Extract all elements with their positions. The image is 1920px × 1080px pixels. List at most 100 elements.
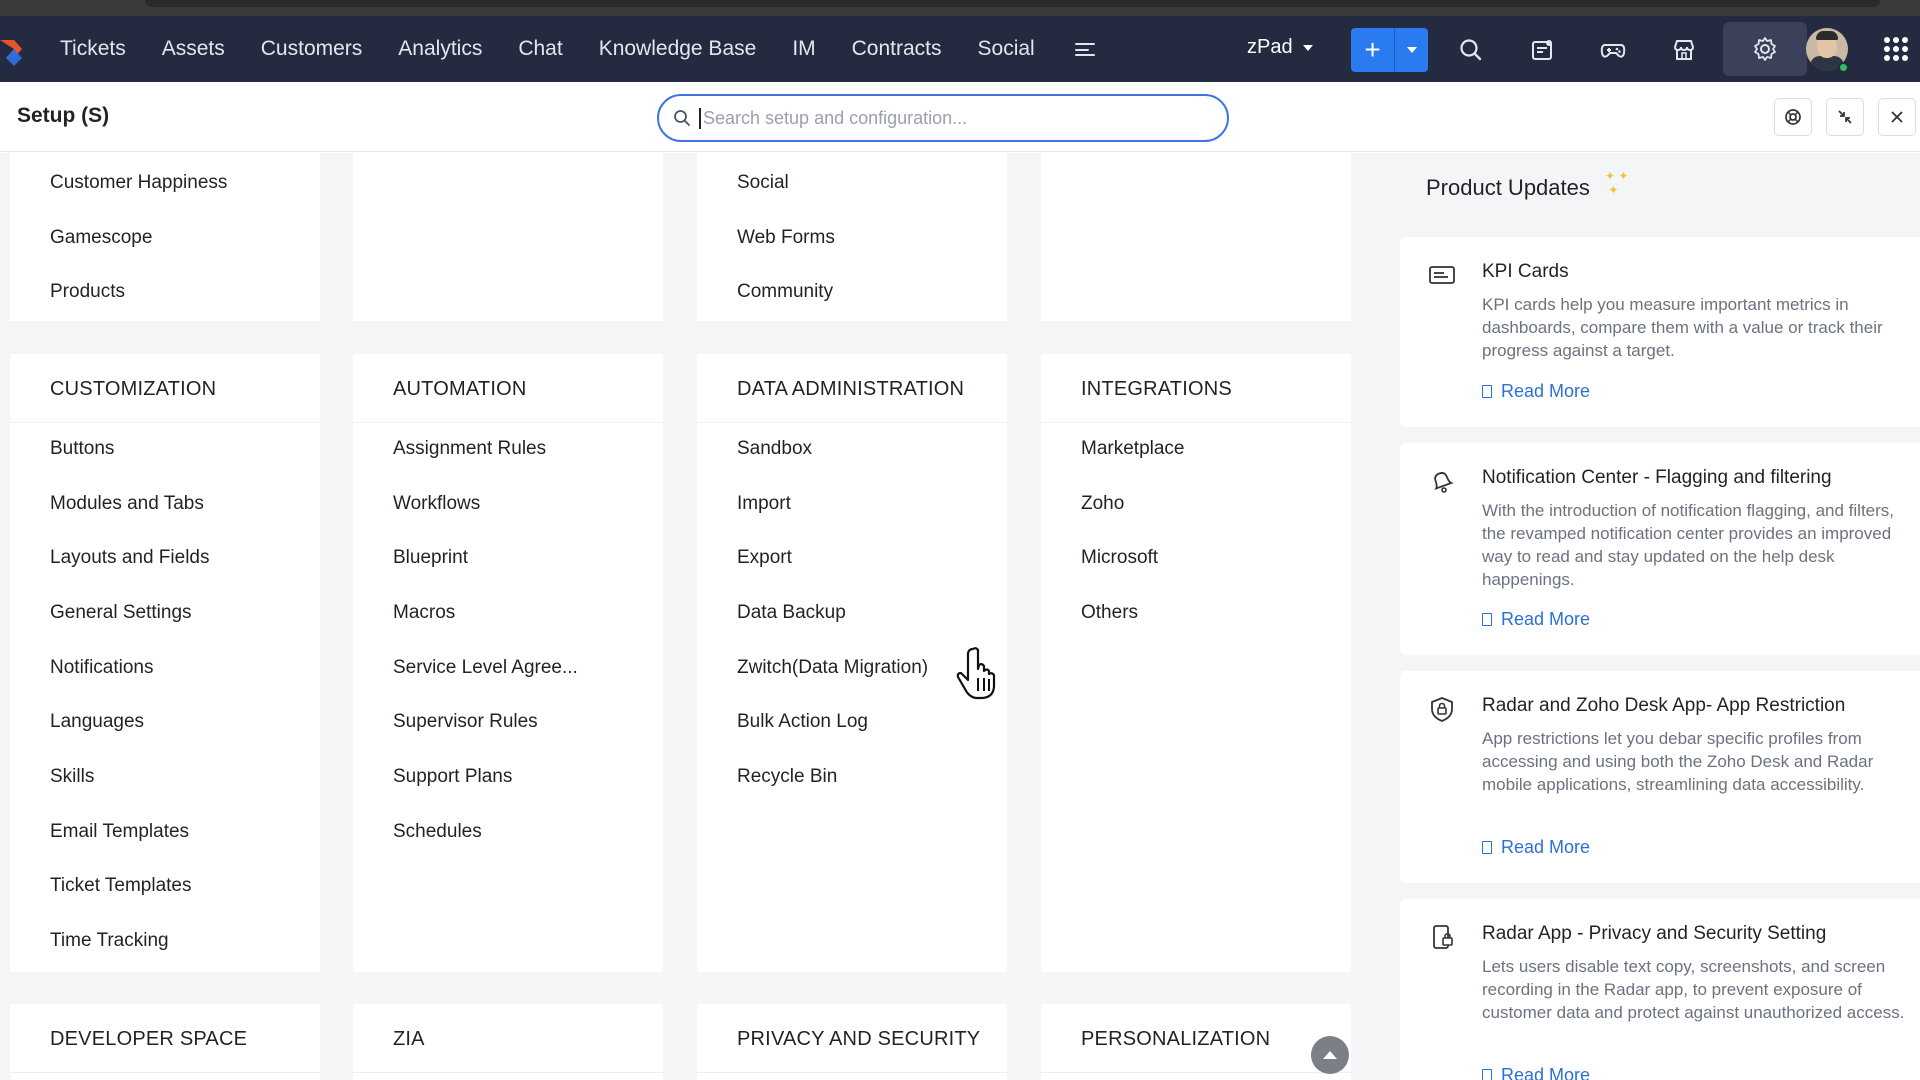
setup-item[interactable]: Buttons bbox=[50, 438, 114, 460]
menu-more-icon[interactable] bbox=[1074, 42, 1097, 56]
setup-item-web-forms[interactable]: Web Forms bbox=[737, 227, 835, 249]
sparkle-icon: ✦ ✦ ✦ bbox=[1605, 169, 1629, 197]
department-switcher[interactable]: zPad bbox=[1247, 36, 1313, 59]
setup-item-social[interactable]: Social bbox=[737, 172, 789, 194]
card-title: AUTOMATION bbox=[393, 378, 527, 400]
compose-icon bbox=[1532, 40, 1552, 60]
setup-item[interactable]: Service Level Agree... bbox=[393, 657, 578, 679]
logo-icon[interactable] bbox=[0, 32, 34, 66]
nav-tab-analytics[interactable]: Analytics bbox=[398, 37, 482, 61]
top-nav: Tickets Assets Customers Analytics Chat … bbox=[0, 16, 1920, 82]
marketplace-button[interactable] bbox=[1664, 30, 1704, 70]
bell-icon bbox=[1434, 472, 1454, 493]
shield-lock-icon bbox=[1431, 697, 1453, 722]
close-button[interactable] bbox=[1878, 98, 1916, 136]
setup-item[interactable]: Blueprint bbox=[393, 547, 468, 569]
setup-item-products[interactable]: Products bbox=[50, 281, 125, 303]
setup-item[interactable]: Zwitch(Data Migration) bbox=[737, 657, 928, 679]
nav-tab-customers[interactable]: Customers bbox=[261, 37, 363, 61]
divider bbox=[353, 422, 663, 423]
setup-item[interactable]: General Settings bbox=[50, 602, 192, 624]
setup-header: Setup (S) bbox=[0, 82, 1920, 152]
department-label: zPad bbox=[1247, 36, 1293, 58]
search-button[interactable] bbox=[1451, 30, 1491, 70]
divider bbox=[1041, 1072, 1351, 1073]
setup-item[interactable]: Skills bbox=[50, 766, 94, 788]
card-automation: AUTOMATION Assignment Rules Workflows Bl… bbox=[353, 354, 663, 972]
document-icon bbox=[1482, 841, 1492, 854]
nav-tab-contracts[interactable]: Contracts bbox=[852, 37, 942, 61]
setup-item[interactable]: Marketplace bbox=[1081, 438, 1185, 460]
nav-tab-social[interactable]: Social bbox=[978, 37, 1035, 61]
setup-button[interactable] bbox=[1723, 22, 1807, 76]
update-title: Radar App - Privacy and Security Setting bbox=[1482, 923, 1827, 944]
read-more-link[interactable]: Read More bbox=[1482, 609, 1590, 630]
divider bbox=[1041, 422, 1351, 423]
setup-item[interactable]: Workflows bbox=[393, 493, 480, 515]
setup-item[interactable]: Bulk Action Log bbox=[737, 711, 868, 733]
scroll-top-button[interactable] bbox=[1311, 1036, 1349, 1074]
divider bbox=[697, 1072, 1007, 1073]
setup-item[interactable]: Macros bbox=[393, 602, 455, 624]
setup-item[interactable]: Microsoft bbox=[1081, 547, 1158, 569]
setup-item[interactable]: Time Tracking bbox=[50, 930, 169, 952]
update-description: KPI cards help you measure important met… bbox=[1482, 295, 1883, 360]
setup-item[interactable]: Email Templates bbox=[50, 821, 189, 843]
card-title: CUSTOMIZATION bbox=[50, 378, 217, 400]
update-description: App restrictions let you debar specific … bbox=[1482, 729, 1874, 794]
read-more-link[interactable]: Read More bbox=[1482, 837, 1590, 858]
divider bbox=[10, 1072, 320, 1073]
add-dropdown-button[interactable] bbox=[1395, 28, 1428, 72]
compose-button[interactable] bbox=[1522, 30, 1562, 70]
setup-item[interactable]: Assignment Rules bbox=[393, 438, 546, 460]
help-button[interactable] bbox=[1774, 98, 1812, 136]
browser-tab-strip bbox=[145, 0, 1880, 7]
card-title: DEVELOPER SPACE bbox=[50, 1028, 248, 1050]
card-title: PRIVACY AND SECURITY bbox=[737, 1028, 981, 1050]
nav-tabs: Tickets Assets Customers Analytics Chat … bbox=[60, 16, 1097, 82]
card-channels-continued: Customer Happiness Gamescope Products bbox=[10, 153, 320, 321]
setup-item[interactable]: Notifications bbox=[50, 657, 154, 679]
setup-item[interactable]: Import bbox=[737, 493, 791, 515]
setup-item[interactable]: Export bbox=[737, 547, 792, 569]
card-developer-space: DEVELOPER SPACE bbox=[10, 1004, 320, 1080]
setup-item[interactable]: Languages bbox=[50, 711, 144, 733]
setup-item[interactable]: Layouts and Fields bbox=[50, 547, 210, 569]
nav-tab-im[interactable]: IM bbox=[792, 37, 815, 61]
card-empty bbox=[353, 153, 663, 321]
update-description: With the introduction of notification fl… bbox=[1482, 501, 1895, 589]
search-input[interactable] bbox=[699, 107, 1179, 129]
setup-item[interactable]: Supervisor Rules bbox=[393, 711, 538, 733]
card-empty bbox=[1041, 153, 1351, 321]
card-title: ZIA bbox=[393, 1028, 425, 1050]
setup-item-community[interactable]: Community bbox=[737, 281, 833, 303]
card-integrations: INTEGRATIONS Marketplace Zoho Microsoft … bbox=[1041, 354, 1351, 972]
gamescope-button[interactable] bbox=[1593, 30, 1633, 70]
setup-item[interactable]: Ticket Templates bbox=[50, 875, 192, 897]
setup-item[interactable]: Data Backup bbox=[737, 602, 846, 624]
update-title: Radar and Zoho Desk App- App Restriction bbox=[1482, 695, 1846, 716]
read-more-link[interactable]: Read More bbox=[1482, 1065, 1590, 1080]
setup-item-gamescope[interactable]: Gamescope bbox=[50, 227, 152, 249]
add-button[interactable]: + bbox=[1351, 28, 1395, 72]
update-description: Lets users disable text copy, screenshot… bbox=[1482, 957, 1905, 1022]
read-more-link[interactable]: Read More bbox=[1482, 381, 1590, 402]
setup-item-customer-happiness[interactable]: Customer Happiness bbox=[50, 172, 227, 194]
nav-tab-tickets[interactable]: Tickets bbox=[60, 37, 126, 61]
apps-grid-icon[interactable] bbox=[1884, 37, 1908, 61]
document-icon bbox=[1482, 1069, 1492, 1080]
setup-item[interactable]: Sandbox bbox=[737, 438, 812, 460]
setup-item[interactable]: Others bbox=[1081, 602, 1138, 624]
nav-tab-knowledge-base[interactable]: Knowledge Base bbox=[599, 37, 757, 61]
setup-item[interactable]: Schedules bbox=[393, 821, 482, 843]
card-privacy-and-security: PRIVACY AND SECURITY bbox=[697, 1004, 1007, 1080]
setup-item[interactable]: Modules and Tabs bbox=[50, 493, 204, 515]
setup-item[interactable]: Recycle Bin bbox=[737, 766, 837, 788]
nav-tab-chat[interactable]: Chat bbox=[518, 37, 562, 61]
product-updates-title: Product Updates bbox=[1426, 175, 1590, 200]
collapse-button[interactable] bbox=[1826, 98, 1864, 136]
card-title: INTEGRATIONS bbox=[1081, 378, 1232, 400]
nav-tab-assets[interactable]: Assets bbox=[162, 37, 225, 61]
setup-item[interactable]: Zoho bbox=[1081, 493, 1124, 515]
setup-item[interactable]: Support Plans bbox=[393, 766, 512, 788]
